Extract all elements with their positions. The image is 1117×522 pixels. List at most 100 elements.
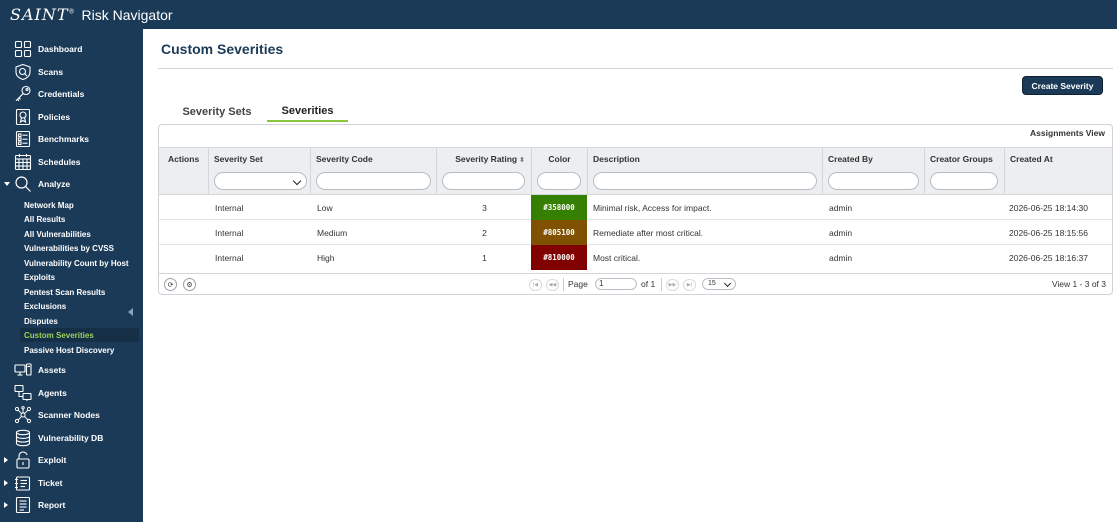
sidebar-item-schedules[interactable]: Schedules (0, 151, 143, 173)
sidebar-item-benchmarks[interactable]: Benchmarks (0, 128, 143, 150)
page-size-select[interactable]: 15 (702, 278, 736, 290)
sidebar-subitem-pentest-scan-results[interactable]: Pentest Scan Results (20, 285, 139, 299)
created-by-filter-input[interactable] (828, 172, 919, 190)
top-bar: SAINT® Risk Navigator (0, 0, 1117, 29)
sidebar-subitem-passive-host-discovery[interactable]: Passive Host Discovery (20, 343, 139, 357)
sidebar-subitem-network-map[interactable]: Network Map (20, 198, 139, 212)
cell-severity-rating: 3 (482, 202, 487, 213)
cell-severity-set: Internal (215, 227, 244, 238)
last-page-icon[interactable]: ▶| (683, 279, 696, 291)
sidebar-subitem-disputes[interactable]: Disputes (20, 314, 139, 328)
ticket-icon (14, 474, 32, 492)
severity-set-filter-select[interactable] (214, 172, 307, 190)
sort-icon[interactable]: ⬍ (519, 156, 525, 164)
sidebar-subitem-vulnerabilities-by-cvss[interactable]: Vulnerabilities by CVSS (20, 241, 139, 255)
table-row[interactable]: Internal Medium 2 #805100 Remediate afte… (159, 220, 1112, 245)
next-page-icon[interactable]: ▶▶ (666, 279, 679, 291)
sidebar-item-exploit[interactable]: Exploit (0, 449, 143, 471)
sidebar: Dashboard Scans Credentials Policies Ben… (0, 29, 143, 522)
main-content: Custom Severities Create Severity Severi… (143, 29, 1117, 522)
sidebar-item-scans[interactable]: Scans (0, 61, 143, 83)
sidebar-item-scanner-nodes[interactable]: Scanner Nodes (0, 404, 143, 426)
color-swatch: #358000 (531, 195, 587, 220)
sidebar-item-assets[interactable]: Assets (0, 359, 143, 381)
chevron-right-icon (4, 502, 8, 508)
color-filter-input[interactable] (537, 172, 581, 190)
cell-created-at: 2026-06-25 18:15:56 (1009, 227, 1088, 238)
column-header-created-by[interactable]: Created By (823, 148, 925, 195)
cell-description: Minimal risk, Access for impact. (593, 202, 712, 213)
chevron-right-icon (4, 480, 8, 486)
checklist-icon (14, 130, 32, 148)
create-severity-button[interactable]: Create Severity (1022, 76, 1103, 95)
color-swatch: #810000 (531, 245, 587, 270)
sidebar-subitem-all-results[interactable]: All Results (20, 212, 139, 226)
sidebar-subitem-exploits[interactable]: Exploits (20, 270, 139, 284)
description-filter-input[interactable] (593, 172, 817, 190)
calendar-icon (14, 153, 32, 171)
cell-created-by: admin (829, 252, 853, 263)
severity-code-filter-input[interactable] (316, 172, 431, 190)
column-header-creator-groups[interactable]: Creator Groups (925, 148, 1005, 195)
saint-logo[interactable]: SAINT® (10, 5, 76, 24)
sidebar-item-policies[interactable]: Policies (0, 106, 143, 128)
column-header-actions: Actions (159, 148, 209, 195)
sidebar-item-ticket[interactable]: Ticket (0, 472, 143, 494)
chevron-down-icon (4, 182, 10, 186)
sidebar-item-credentials[interactable]: Credentials (0, 83, 143, 105)
sidebar-subitem-custom-severities[interactable]: Custom Severities (20, 328, 139, 342)
sidebar-subitem-exclusions[interactable]: Exclusions (20, 299, 139, 313)
page-label: Page (568, 279, 588, 289)
title-divider (158, 68, 1113, 69)
cell-severity-set: Internal (215, 202, 244, 213)
scans-icon (14, 63, 32, 81)
table-row[interactable]: Internal Low 3 #358000 Minimal risk, Acc… (159, 195, 1112, 220)
app-title: Risk Navigator (81, 6, 173, 23)
sidebar-item-vulnerability-db[interactable]: Vulnerability DB (0, 427, 143, 449)
column-header-severity-rating[interactable]: Severity Rating ⬍ (437, 148, 532, 195)
severity-rating-filter-input[interactable] (442, 172, 525, 190)
page-number-input[interactable]: 1 (595, 278, 637, 290)
refresh-icon[interactable]: ⟳ (164, 278, 177, 291)
settings-gear-icon[interactable]: ⚙ (183, 278, 196, 291)
cell-created-at: 2026-06-25 18:16:37 (1009, 252, 1088, 263)
collapse-sidebar-icon[interactable] (128, 308, 133, 316)
pager-bar: ⟳ ⚙ |◀ ◀◀ Page 1 of 1 ▶▶ ▶| 15 View 1 - … (159, 273, 1112, 294)
column-header-color[interactable]: Color (532, 148, 588, 195)
cell-actions (159, 195, 209, 220)
first-page-icon[interactable]: |◀ (529, 279, 542, 291)
creator-groups-filter-input[interactable] (930, 172, 998, 190)
cell-created-by: admin (829, 202, 853, 213)
assets-icon (14, 361, 32, 379)
exploit-icon (14, 451, 32, 469)
chevron-right-icon (4, 457, 8, 463)
pager-divider (563, 278, 564, 291)
column-header-description[interactable]: Description (588, 148, 823, 195)
agents-icon (14, 384, 32, 402)
cell-description: Most critical. (593, 252, 641, 263)
sidebar-item-report[interactable]: Report (0, 494, 143, 516)
column-header-severity-set[interactable]: Severity Set (209, 148, 311, 195)
policy-icon (14, 108, 32, 126)
sidebar-item-analyze[interactable]: Analyze (0, 173, 143, 195)
tab-severity-sets[interactable]: Severity Sets (173, 102, 261, 122)
database-icon (14, 429, 32, 447)
column-header-severity-code[interactable]: Severity Code (311, 148, 437, 195)
sidebar-item-agents[interactable]: Agents (0, 382, 143, 404)
report-icon (14, 496, 32, 514)
prev-page-icon[interactable]: ◀◀ (546, 279, 559, 291)
sidebar-subitem-all-vulnerabilities[interactable]: All Vulnerabilities (20, 227, 139, 241)
cell-created-by: admin (829, 227, 853, 238)
column-header-created-at[interactable]: Created At (1005, 148, 1112, 195)
nodes-icon (14, 406, 32, 424)
view-range-text: View 1 - 3 of 3 (1051, 279, 1106, 289)
cell-severity-set: Internal (215, 252, 244, 263)
assignments-view-link[interactable]: Assignments View (1030, 128, 1105, 138)
magnifier-icon (14, 175, 32, 193)
cell-severity-code: Medium (317, 227, 348, 238)
sidebar-subitem-vulnerability-count-by-host[interactable]: Vulnerability Count by Host (20, 256, 139, 270)
table-row[interactable]: Internal High 1 #810000 Most critical. a… (159, 245, 1112, 270)
sidebar-item-dashboard[interactable]: Dashboard (0, 38, 143, 60)
tab-severities[interactable]: Severities (267, 102, 348, 122)
cell-severity-rating: 2 (482, 227, 487, 238)
